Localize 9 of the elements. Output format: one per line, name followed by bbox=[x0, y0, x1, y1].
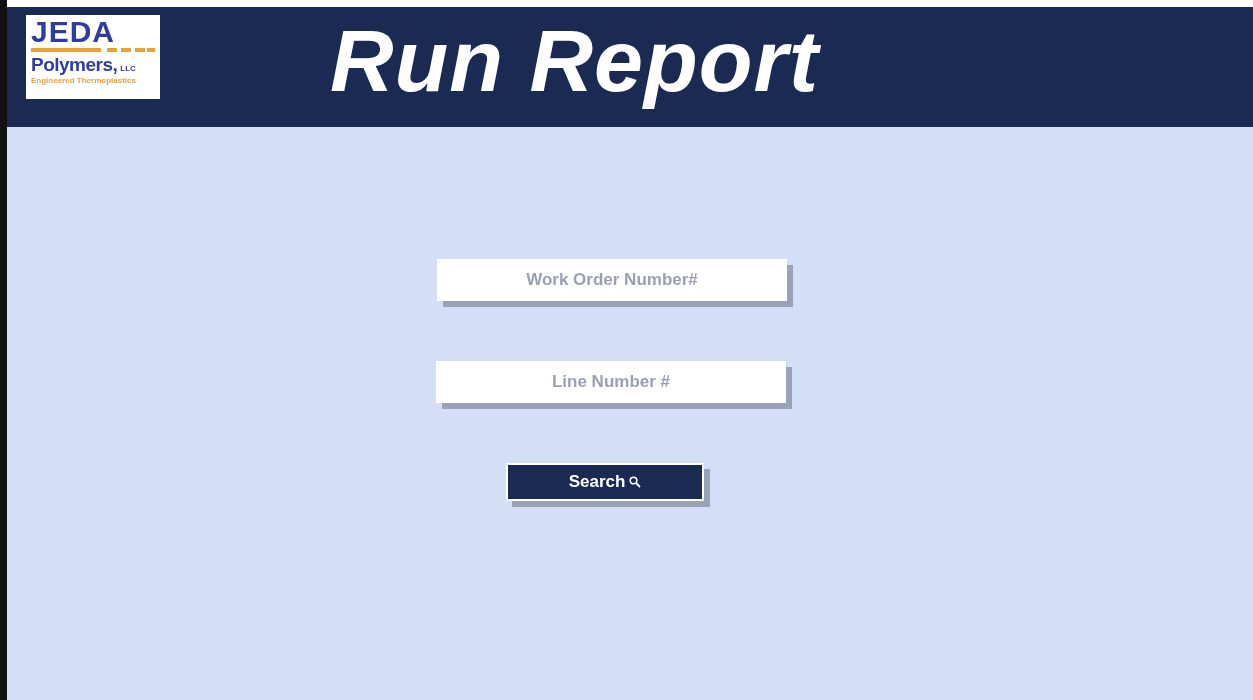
input-field[interactable]: Line Number # bbox=[436, 361, 786, 403]
logo-name: JEDA bbox=[31, 18, 117, 46]
logo-suffix: LLC bbox=[120, 64, 136, 73]
page-title: Run Report bbox=[330, 11, 820, 111]
logo-tagline: Engineered Thermoplastics bbox=[31, 76, 137, 86]
logo-stripe-icon bbox=[31, 47, 155, 53]
search-icon bbox=[629, 476, 642, 488]
input-field[interactable]: Work Order Number# bbox=[437, 259, 787, 301]
logo-company: Polymers, bbox=[31, 54, 118, 76]
